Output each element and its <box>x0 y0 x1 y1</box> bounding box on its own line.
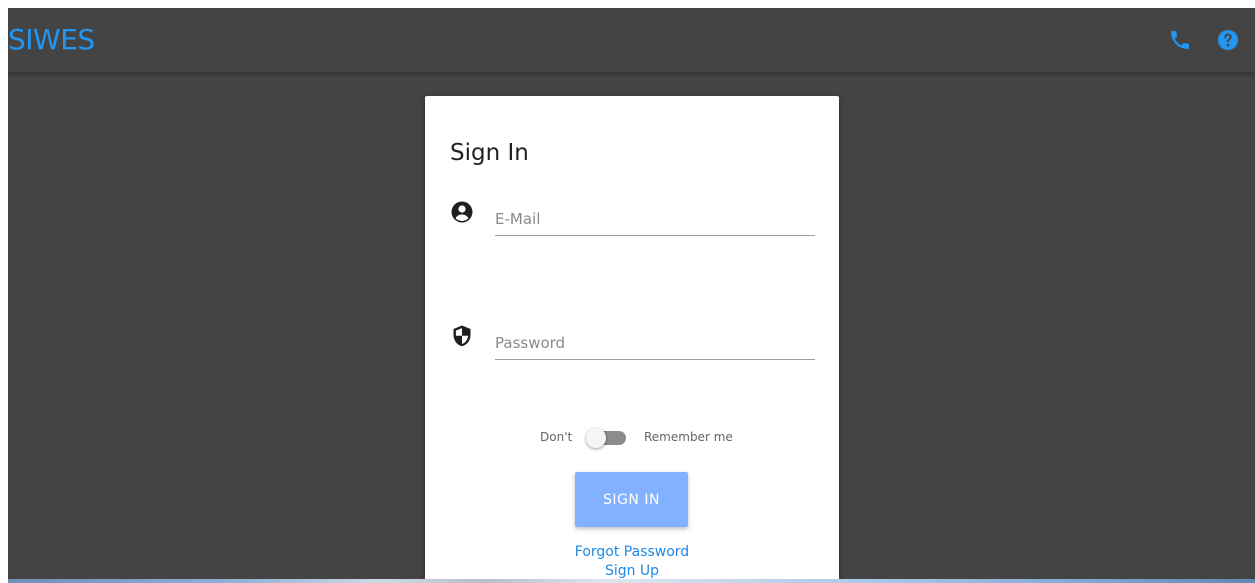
help-icon[interactable] <box>1216 28 1240 52</box>
top-app-bar: SIWES <box>8 8 1255 73</box>
forgot-password-link[interactable]: Forgot Password <box>425 544 839 560</box>
security-shield-icon <box>450 324 474 348</box>
sign-in-title: Sign In <box>450 140 529 166</box>
phone-icon[interactable] <box>1168 28 1192 52</box>
remember-me-toggle[interactable] <box>586 428 626 448</box>
sign-in-card: Sign In Don't Remember me SIGN IN <box>425 96 839 583</box>
brand-title: SIWES <box>8 23 95 56</box>
remember-on-label: Remember me <box>644 430 733 444</box>
app-window: SIWES Sign In E-Mail Don't Remember me S… <box>8 8 1255 583</box>
remember-off-label: Don't <box>540 430 573 444</box>
password-field[interactable] <box>495 327 815 360</box>
sign-up-link[interactable]: Sign Up <box>425 563 839 579</box>
sign-in-button[interactable]: SIGN IN <box>575 472 688 527</box>
toggle-knob <box>586 428 606 448</box>
email-field[interactable] <box>495 203 815 236</box>
account-circle-icon <box>450 200 474 224</box>
remember-me-switch-row: Don't Remember me <box>425 428 839 448</box>
background-image-strip <box>8 579 1255 583</box>
